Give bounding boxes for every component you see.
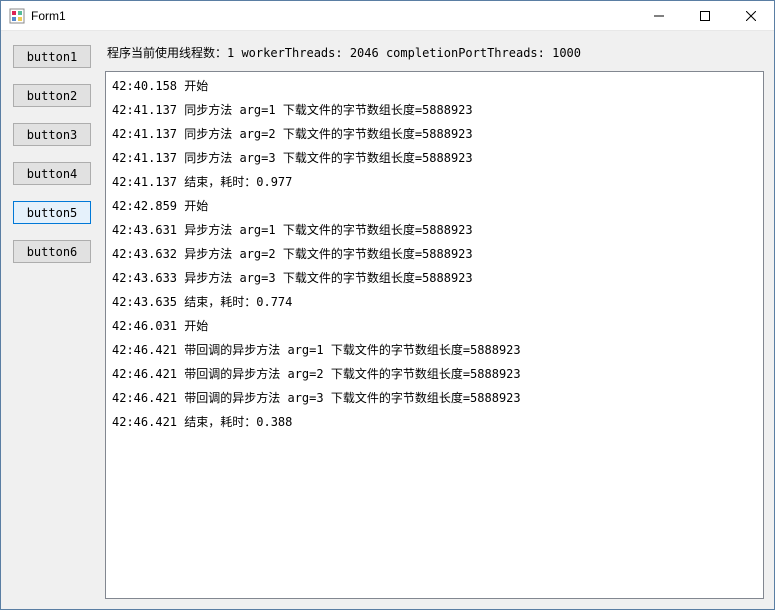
- button-button6[interactable]: button6: [13, 240, 91, 263]
- log-line: 42:46.421 结束，耗时：0.388: [112, 410, 757, 434]
- main-area: 程序当前使用线程数：1 workerThreads: 2046 completi…: [105, 41, 764, 599]
- log-line: 42:46.421 带回调的异步方法 arg=3 下载文件的字节数组长度=588…: [112, 386, 757, 410]
- log-line: 42:46.421 带回调的异步方法 arg=1 下载文件的字节数组长度=588…: [112, 338, 757, 362]
- window-title: Form1: [31, 9, 636, 23]
- log-line: 42:43.631 异步方法 arg=1 下载文件的字节数组长度=5888923: [112, 218, 757, 242]
- button-button5[interactable]: button5: [13, 201, 91, 224]
- window-controls: [636, 1, 774, 30]
- log-line: 42:43.635 结束，耗时：0.774: [112, 290, 757, 314]
- status-label: 程序当前使用线程数：1 workerThreads: 2046 completi…: [105, 41, 764, 71]
- log-line: 42:41.137 同步方法 arg=3 下载文件的字节数组长度=5888923: [112, 146, 757, 170]
- minimize-button[interactable]: [636, 1, 682, 30]
- close-button[interactable]: [728, 1, 774, 30]
- maximize-button[interactable]: [682, 1, 728, 30]
- titlebar: Form1: [1, 1, 774, 31]
- log-line: 42:46.031 开始: [112, 314, 757, 338]
- button-button3[interactable]: button3: [13, 123, 91, 146]
- button-button1[interactable]: button1: [13, 45, 91, 68]
- log-line: 42:46.421 带回调的异步方法 arg=2 下载文件的字节数组长度=588…: [112, 362, 757, 386]
- button-sidebar: button1 button2 button3 button4 button5 butto…: [13, 41, 91, 599]
- log-line: 42:43.632 异步方法 arg=2 下载文件的字节数组长度=5888923: [112, 242, 757, 266]
- log-line: 42:40.158 开始: [112, 74, 757, 98]
- client-area: button1 button2 button3 button4 button5 butto…: [1, 31, 774, 609]
- log-textbox[interactable]: 42:40.158 开始42:41.137 同步方法 arg=1 下载文件的字节…: [105, 71, 764, 599]
- button-button2[interactable]: button2: [13, 84, 91, 107]
- log-line: 42:41.137 同步方法 arg=2 下载文件的字节数组长度=5888923: [112, 122, 757, 146]
- log-line: 42:42.859 开始: [112, 194, 757, 218]
- log-line: 42:41.137 结束，耗时：0.977: [112, 170, 757, 194]
- button-button4[interactable]: button4: [13, 162, 91, 185]
- log-line: 42:41.137 同步方法 arg=1 下载文件的字节数组长度=5888923: [112, 98, 757, 122]
- app-icon: [9, 8, 25, 24]
- log-line: 42:43.633 异步方法 arg=3 下载文件的字节数组长度=5888923: [112, 266, 757, 290]
